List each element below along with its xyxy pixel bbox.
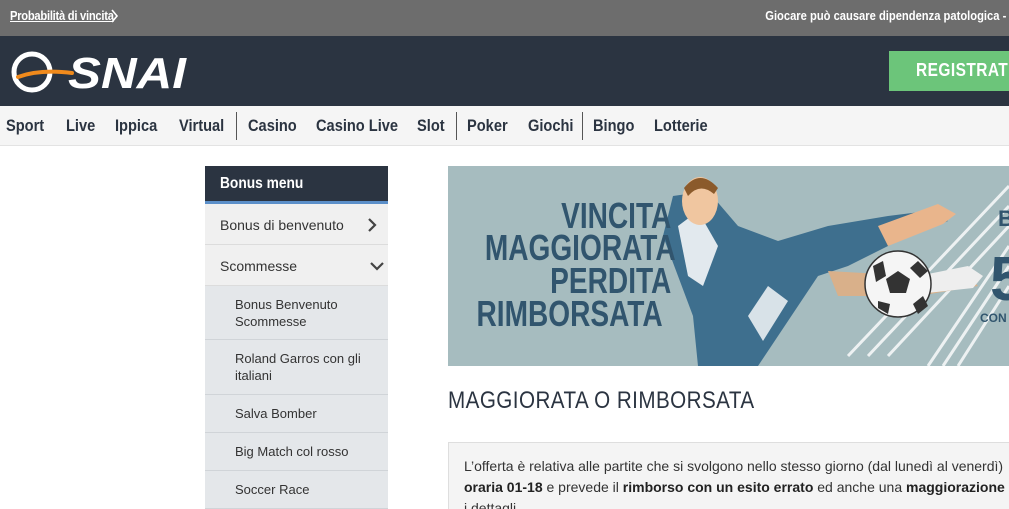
nav-item-giochi[interactable]: Giochi (528, 116, 581, 136)
sidebar-subitem-big-match[interactable]: Big Match col rosso (205, 433, 388, 471)
banner-side-caption: CON M (980, 311, 1009, 325)
gambling-warning-text: Giocare può causare dipendenza patologic… (764, 8, 1006, 23)
chevron-down-icon (370, 262, 384, 271)
sidebar-subitem-roland-garros[interactable]: Roland Garros con gli italiani (205, 340, 388, 395)
nav-item-live[interactable]: Live (66, 116, 100, 136)
probabilita-vincita-link[interactable]: Probabilità di vincita (10, 8, 114, 23)
sidebar-item-bonus-benvenuto[interactable]: Bonus di benvenuto (205, 204, 388, 245)
banner-line-rimborsata: RIMBORSATA (476, 293, 663, 334)
promo-banner[interactable]: VINCITA MAGGIORATA PERDITA RIMBORSATA B … (448, 166, 1009, 366)
bonus-menu-header: Bonus menu (205, 166, 388, 204)
sidebar-subitem-salva-bomber[interactable]: Salva Bomber (205, 395, 388, 433)
chevron-right-icon (368, 218, 377, 232)
nav-item-casino-live[interactable]: Casino Live (316, 116, 411, 136)
nav-separator (456, 112, 457, 140)
banner-side-number: 5 (990, 245, 1009, 314)
offer-description: L’offerta è relativa alle partite che si… (448, 442, 1009, 509)
sidebar-item-label: Scommesse (220, 258, 298, 274)
sidebar-item-label: Bonus di benvenuto (220, 217, 344, 233)
banner-side-letter: B (998, 206, 1009, 231)
nav-separator (236, 112, 237, 140)
chevron-right-icon[interactable] (110, 9, 119, 23)
logo-text: SNAI (68, 49, 187, 97)
sidebar-subitem-soccer-race[interactable]: Soccer Race (205, 471, 388, 509)
offer-line-3: i dettagli. (464, 500, 521, 509)
snai-logo[interactable]: SNAI (10, 47, 190, 97)
nav-item-lotterie[interactable]: Lotterie (654, 116, 716, 136)
top-info-bar: Probabilità di vincita Giocare può causa… (0, 0, 1009, 36)
bonus-sidebar: Bonus menu Bonus di benvenuto Scommesse … (205, 166, 388, 509)
offer-line-2: oraria 01-18 e prevede il rimborso con u… (464, 479, 1009, 495)
nav-item-virtual[interactable]: Virtual (179, 116, 232, 136)
nav-item-sport[interactable]: Sport (6, 116, 50, 136)
nav-item-bingo[interactable]: Bingo (593, 116, 641, 136)
offer-line-1: L’offerta è relativa alle partite che si… (464, 458, 1004, 474)
nav-item-slot[interactable]: Slot (417, 116, 449, 136)
sidebar-subitem-bonus-benvenuto-scommesse[interactable]: Bonus Benvenuto Scommesse (205, 286, 388, 340)
nav-item-poker[interactable]: Poker (467, 116, 514, 136)
register-button[interactable]: REGISTRATI (889, 51, 1009, 91)
nav-item-ippica[interactable]: Ippica (115, 116, 164, 136)
page-title: MAGGIORATA O RIMBORSATA (448, 387, 755, 414)
nav-separator (582, 112, 583, 140)
main-nav: Sport Live Ippica Virtual Casino Casino … (0, 106, 1009, 146)
sidebar-item-scommesse[interactable]: Scommesse (205, 245, 388, 286)
site-header: SNAI REGISTRATI (0, 36, 1009, 106)
nav-item-casino[interactable]: Casino (248, 116, 305, 136)
